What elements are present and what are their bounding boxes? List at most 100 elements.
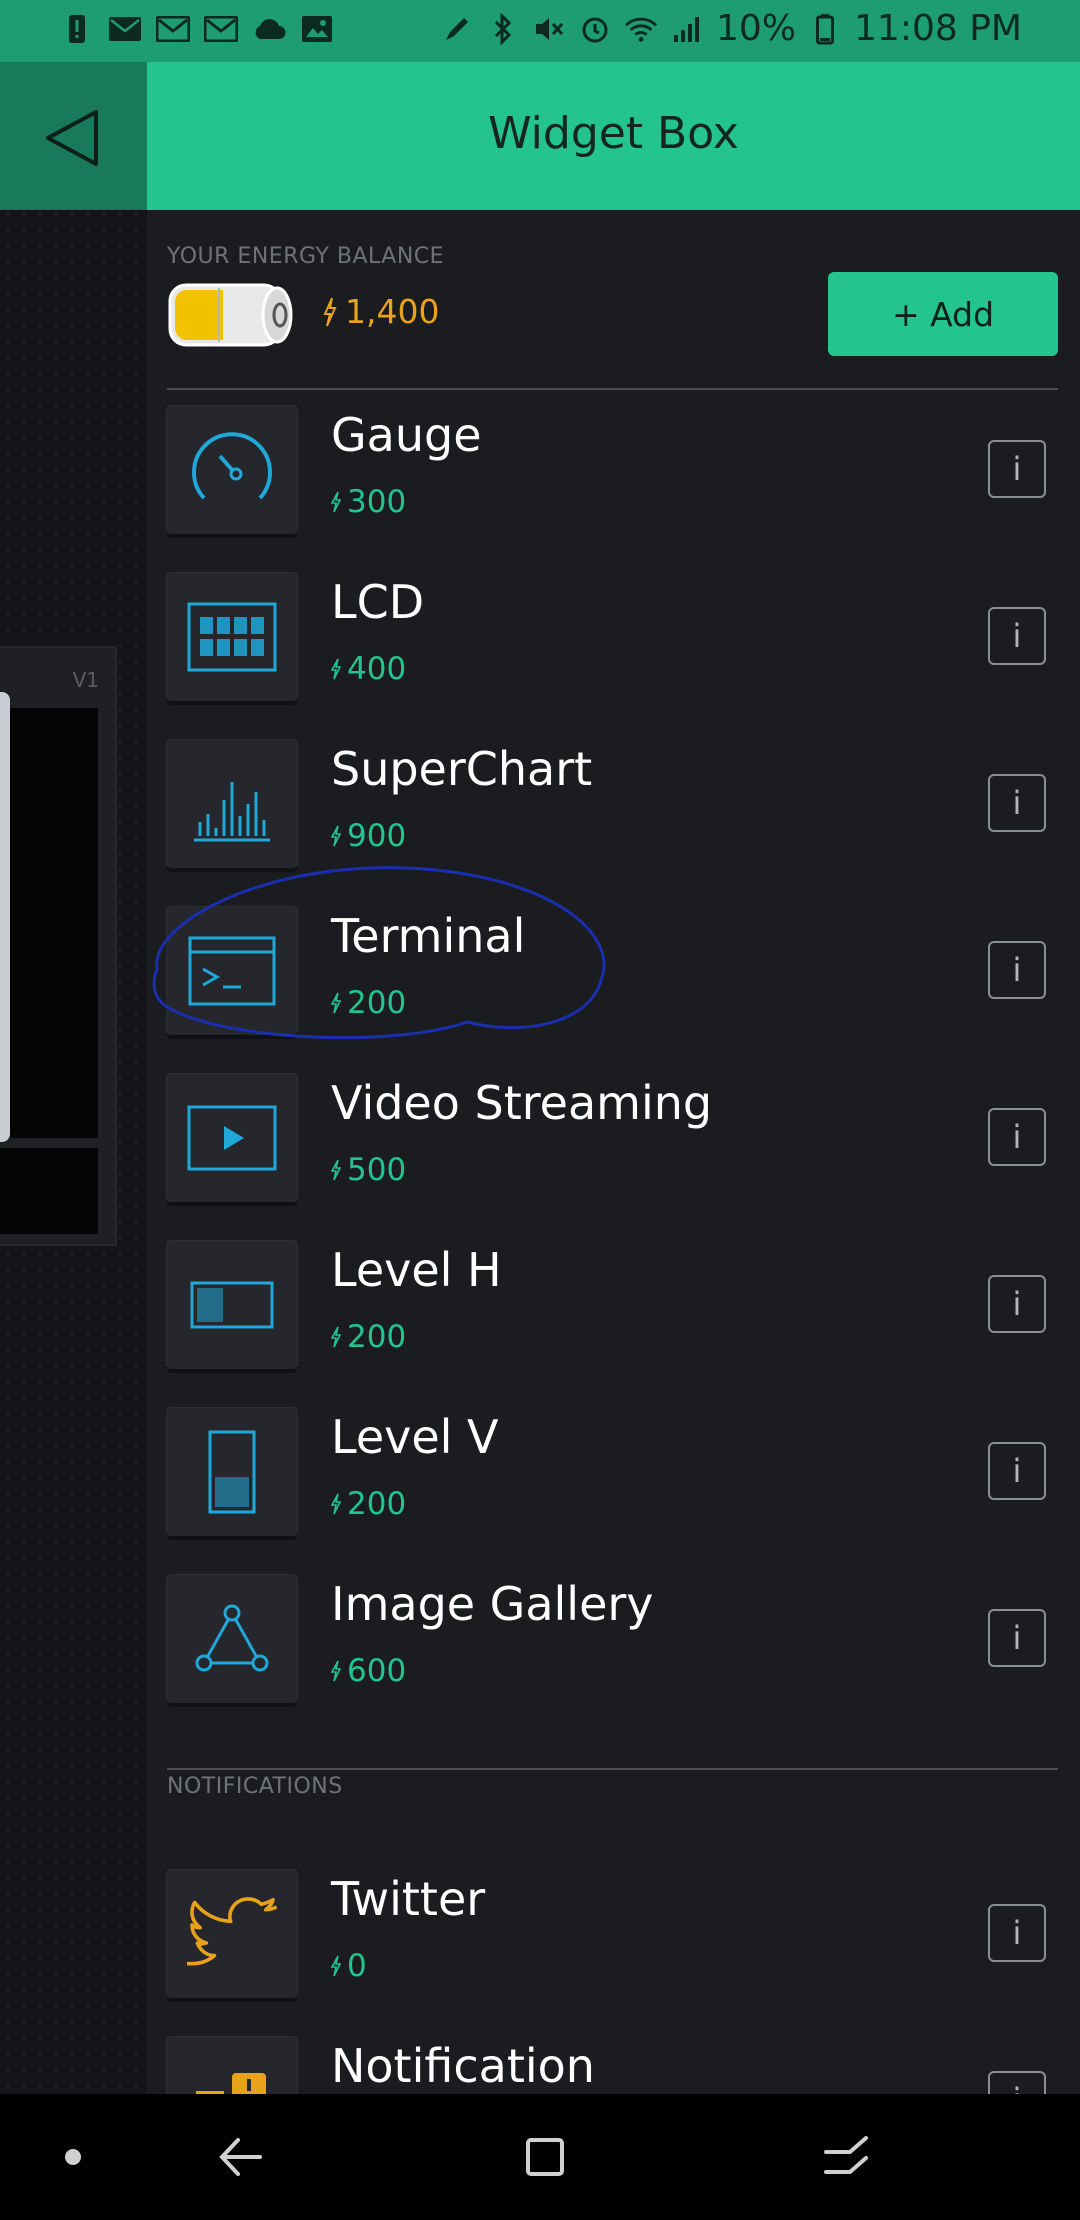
alert-icon (60, 12, 94, 46)
battery-percent: 10% (716, 8, 797, 49)
widget-cost-value: 600 (347, 1653, 407, 1689)
widget-item-notification[interactable]: Notification i (167, 2037, 1058, 2094)
widget-cost-value: 500 (347, 1152, 407, 1188)
info-button[interactable]: i (988, 1275, 1046, 1333)
widget-cost: 400 (331, 651, 406, 687)
bolt-icon (331, 1326, 341, 1348)
widget-cost: 900 (331, 818, 406, 854)
info-button[interactable]: i (988, 774, 1046, 832)
triangle-back-icon[interactable] (42, 106, 102, 170)
widget-item-level-h[interactable]: Level H 200 i (167, 1241, 1058, 1373)
status-bar: 10% 11:08 PM (0, 0, 1080, 62)
widget-item-lcd[interactable]: LCD 400 i (167, 573, 1058, 705)
energy-balance-label: YOUR ENERGY BALANCE (167, 244, 445, 269)
widget-cost: 500 (331, 1152, 406, 1188)
navigation-bar (0, 2094, 1080, 2220)
divider (167, 388, 1058, 390)
widget-name: Gauge (331, 408, 482, 462)
widget-item-terminal[interactable]: Terminal 200 i (167, 907, 1058, 1039)
mail-icon (108, 12, 142, 46)
widget-name: Level H (331, 1243, 502, 1297)
page-title: Widget Box (488, 108, 739, 159)
bolt-icon (323, 297, 337, 326)
info-button[interactable]: i (988, 440, 1046, 498)
notification-icon[interactable] (167, 2037, 297, 2094)
video-icon[interactable] (167, 1074, 297, 1202)
cloud-icon (252, 12, 286, 46)
widget-box-drawer: Widget Box YOUR ENERGY BALANCE 1,400 + A… (147, 62, 1080, 2094)
app-root: 10% 11:08 PM V1 Widget Box YOUR ENERGY B… (0, 0, 1080, 2220)
dot-icon[interactable] (38, 2122, 108, 2192)
widget-name: Level V (331, 1410, 499, 1464)
widget-cost-value: 200 (347, 1319, 407, 1355)
level-h-icon[interactable] (167, 1241, 297, 1369)
widget-name: Video Streaming (331, 1076, 713, 1130)
add-energy-button[interactable]: + Add (828, 272, 1058, 356)
info-button[interactable]: i (988, 941, 1046, 999)
widget-item-image-gallery[interactable]: Image Gallery 600 i (167, 1575, 1058, 1707)
widget-cost: 0 (331, 1948, 367, 1984)
widget-cost-value: 200 (347, 985, 407, 1021)
bolt-icon (331, 992, 341, 1014)
widget-item-superchart[interactable]: SuperChart 900 i (167, 740, 1058, 872)
twitter-icon[interactable] (167, 1870, 297, 1998)
widget-cost-value: 900 (347, 818, 407, 854)
widget-cost: 200 (331, 985, 406, 1021)
widget-name: Notification (331, 2039, 595, 2093)
widget-cost: 300 (331, 484, 406, 520)
widget-cost-value: 200 (347, 1486, 407, 1522)
info-button[interactable]: i (988, 1904, 1046, 1962)
superchart-icon[interactable] (167, 740, 297, 868)
divider (167, 1768, 1058, 1770)
mail-icon (204, 12, 238, 46)
mute-icon (532, 12, 566, 46)
dashboard-header (0, 62, 147, 210)
terminal-screen (0, 708, 98, 1138)
signal-icon (670, 12, 704, 46)
battery-energy-icon (168, 283, 293, 347)
widget-name: Twitter (331, 1872, 486, 1926)
widget-name: Terminal (331, 909, 526, 963)
terminal-icon[interactable] (167, 907, 297, 1035)
widget-item-twitter[interactable]: Twitter 0 i (167, 1870, 1058, 2002)
bluetooth-icon (486, 12, 520, 46)
recent-apps-icon[interactable] (510, 2122, 580, 2192)
gauge-icon[interactable] (167, 406, 297, 534)
energy-balance-value: 1,400 (323, 292, 439, 331)
lcd-icon[interactable] (167, 573, 297, 701)
clock: 11:08 PM (854, 8, 1022, 49)
edge-handle[interactable] (0, 692, 10, 1142)
widget-item-level-v[interactable]: Level V 200 i (167, 1408, 1058, 1540)
widget-item-video-streaming[interactable]: Video Streaming 500 i (167, 1074, 1058, 1206)
info-button[interactable]: i (988, 1108, 1046, 1166)
mail-icon (156, 12, 190, 46)
info-button[interactable]: i (988, 607, 1046, 665)
bolt-icon (331, 1493, 341, 1515)
info-button[interactable]: i (988, 1609, 1046, 1667)
widget-cost-value: 0 (347, 1948, 367, 1984)
bolt-icon (331, 658, 341, 680)
notification-icons (60, 12, 334, 46)
notifications-section-label: NOTIFICATIONS (167, 1774, 343, 1799)
bolt-icon (331, 491, 341, 513)
widget-name: Image Gallery (331, 1577, 654, 1631)
widget-cost: 200 (331, 1319, 406, 1355)
pen-icon (440, 12, 474, 46)
dashboard-background: V1 (0, 62, 147, 2094)
info-button[interactable]: i (988, 2071, 1046, 2094)
bolt-icon (331, 1955, 341, 1977)
background-terminal-widget: V1 (0, 646, 117, 1246)
bolt-icon (331, 1159, 341, 1181)
info-button[interactable]: i (988, 1442, 1046, 1500)
battery-icon (808, 12, 842, 46)
level-v-icon[interactable] (167, 1408, 297, 1536)
terminal-input (0, 1148, 98, 1234)
alarm-icon (578, 12, 612, 46)
bolt-icon (331, 1660, 341, 1682)
widget-name: SuperChart (331, 742, 593, 796)
image-gallery-icon[interactable] (167, 1575, 297, 1703)
widget-item-gauge[interactable]: Gauge 300 i (167, 406, 1058, 538)
back-arrow-icon[interactable] (206, 2122, 276, 2192)
widget-name: LCD (331, 575, 425, 629)
menu-lines-icon[interactable] (812, 2122, 882, 2192)
